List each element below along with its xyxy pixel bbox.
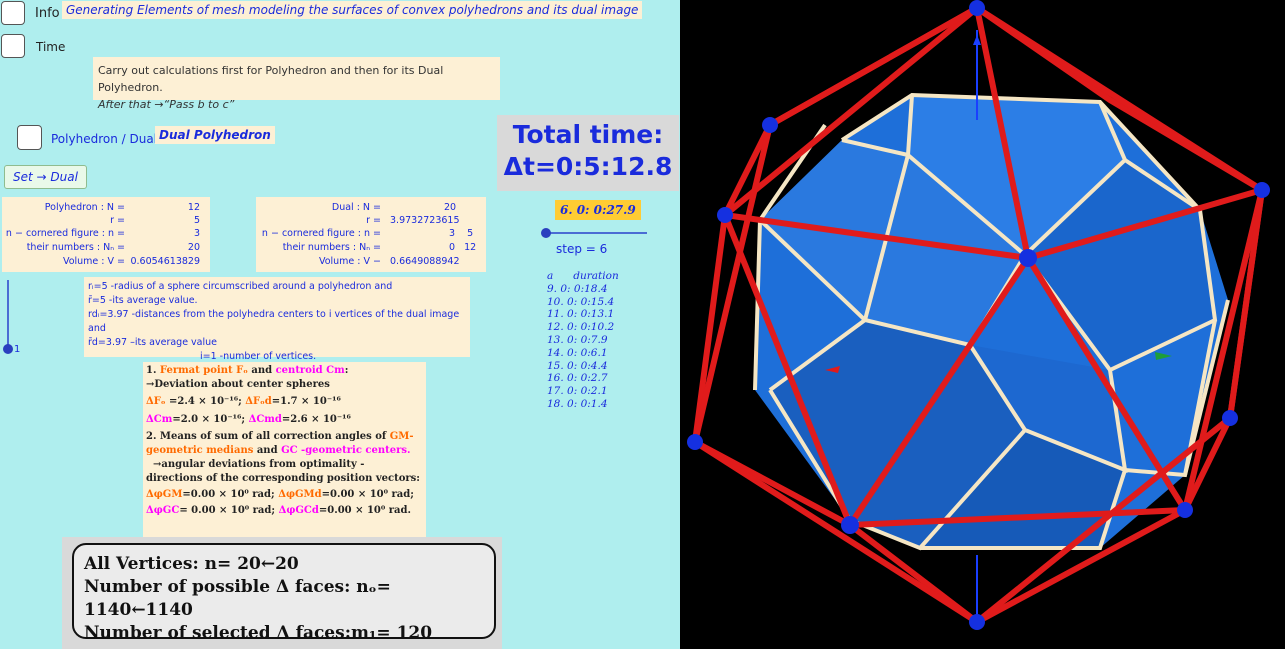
poly-cornered-value: 3 [193, 228, 200, 239]
metrics-line-4: ΔCm=2.0 × 10⁻¹⁶; ΔCmd=2.6 × 10⁻¹⁶ [146, 414, 351, 425]
polyhedron-dual-checkbox[interactable] [17, 125, 42, 150]
duration-item: 11. 0: 0:13.1 [547, 308, 615, 321]
metrics-line-7: →angular deviations from optimality - [146, 459, 365, 470]
poly-volume-value: 0.6054613829 [130, 256, 200, 267]
dual-volume-value: 0.6649088942 [390, 256, 460, 267]
dual-cornered-value: 3 5 [449, 228, 474, 239]
dual-n-label: Dual : N = [331, 202, 381, 213]
metrics-line-8: directions of the corresponding position… [146, 473, 420, 484]
dual-r-value: 3.9732723615 [390, 215, 460, 226]
step-slider-track[interactable] [547, 232, 647, 234]
info-label: Info [35, 6, 60, 21]
dual-r-label: r = [366, 215, 381, 226]
poly-r-label: r = [110, 215, 125, 226]
deviation-metrics: 1. Fermat point Fₒ and centroid Cm: →Dev… [143, 362, 426, 538]
duration-item: 10. 0: 0:15.4 [547, 295, 615, 308]
duration-item: 18. 0: 0:1.4 [547, 397, 608, 410]
step-duration-badge: 6. 0: 0:27.9 [555, 200, 641, 220]
duration-item: 12. 0: 0:10.2 [547, 321, 615, 334]
polyhedron-stats: Polyhedron : N = 12 r = 5 n − cornered f… [2, 197, 210, 272]
3d-view[interactable] [680, 0, 1285, 649]
summary-selected-faces: Number of selected Δ faces:m₁= 120 [84, 623, 433, 643]
instruction-line-2: After that →“Pass b to c” [98, 98, 235, 111]
duration-item: 9. 0: 0:18.4 [547, 282, 608, 295]
duration-item: 17. 0: 0:2.1 [547, 385, 608, 398]
vertex-slider-track[interactable] [7, 280, 9, 350]
step-slider-knob[interactable] [541, 228, 551, 238]
metrics-line-1: 1. Fermat point Fₒ and centroid Cm: [146, 365, 349, 376]
poly-volume-label: Volume : V = [62, 256, 125, 267]
dual-volume-label: Volume : V − [318, 256, 381, 267]
dual-numbers-value: 0 12 [449, 242, 477, 253]
poly-n-label: Polyhedron : N = [44, 202, 125, 213]
mode-value: Dual Polyhedron [155, 126, 275, 144]
poly-numbers-value: 20 [187, 242, 200, 253]
info-checkbox[interactable] [1, 1, 25, 25]
metrics-line-6: geometric medians and GC -geometric cent… [146, 445, 411, 456]
polyhedron-dual-label: Polyhedron / Dual [51, 132, 158, 146]
dual-stats: Dual : N = 20 r = 3.9732723615 n − corne… [256, 197, 486, 272]
radius-line-4: r̄d=3.97 –its average value [88, 337, 218, 348]
poly-numbers-label: their numbers : Nₙ = [26, 242, 125, 253]
duration-header: a duration [547, 270, 619, 282]
metrics-line-3: ΔFₒ =2.4 × 10⁻¹⁶; ΔFₒd=1.7 × 10⁻¹⁶ [146, 396, 341, 407]
instruction-note: Carry out calculations first for Polyhed… [93, 57, 500, 111]
set-dual-button[interactable]: Set → Dual [4, 165, 87, 189]
poly-r-value: 5 [193, 215, 200, 226]
radius-info: rᵢ=5 -radius of a sphere circumscribed a… [84, 277, 470, 362]
duration-list: a duration 9. 0: 0:18.4 10. 0: 0:15.4 11. … [547, 270, 619, 411]
poly-n-value: 12 [187, 202, 200, 213]
polyhedron-render[interactable] [680, 0, 1285, 649]
metrics-line-5: 2. Means of sum of all correction angles… [146, 431, 414, 442]
page-title: Generating Elements of mesh modeling the… [62, 1, 643, 19]
time-label: Time [36, 40, 66, 54]
total-time-value: Δt=0:5:12.8 [503, 152, 673, 181]
radius-line-1: rᵢ=5 -radius of a sphere circumscribed a… [88, 281, 393, 292]
duration-item: 13. 0: 0:7.9 [547, 333, 608, 346]
metrics-line-2: →Deviation about center spheres [146, 379, 330, 390]
poly-cornered-label: n − cornered figure : n = [5, 228, 125, 239]
summary-vertices: All Vertices: n= 20←20 [84, 554, 299, 574]
duration-item: 16. 0: 0:2.7 [547, 372, 608, 385]
total-time-box: Total time: Δt=0:5:12.8 [497, 115, 679, 191]
vertex-slider-label: 1 [14, 344, 21, 355]
dual-cornered-label: n − cornered figure : n = [261, 228, 381, 239]
duration-item: 14. 0: 0:6.1 [547, 346, 608, 359]
duration-item: 15. 0: 0:4.4 [547, 359, 608, 372]
summary-possible-faces: Number of possible Δ faces: nₒ= 1140←114… [84, 577, 391, 620]
vertex-slider-knob[interactable] [3, 344, 13, 354]
summary-box: All Vertices: n= 20←20 Number of possibl… [72, 543, 496, 643]
metrics-line-9: ΔφGM=0.00 × 10⁰ rad; ΔφGMd=0.00 × 10⁰ ra… [146, 489, 414, 500]
time-checkbox[interactable] [1, 34, 25, 58]
total-time-label: Total time: [512, 120, 664, 149]
step-label: step = 6 [556, 242, 608, 256]
dual-numbers-label: their numbers : Nₙ = [282, 242, 381, 253]
radius-line-2: r̄=5 -its average value. [88, 295, 198, 306]
control-panel: Info Generating Elements of mesh modelin… [0, 0, 680, 649]
dual-n-value: 20 [444, 202, 457, 213]
radius-line-3: rdᵢ=3.97 -distances from the polyhedra c… [88, 309, 460, 334]
metrics-line-10: ΔφGC= 0.00 × 10⁰ rad; ΔφGCd=0.00 × 10⁰ r… [146, 505, 411, 516]
instruction-line-1: Carry out calculations first for Polyhed… [98, 64, 444, 94]
